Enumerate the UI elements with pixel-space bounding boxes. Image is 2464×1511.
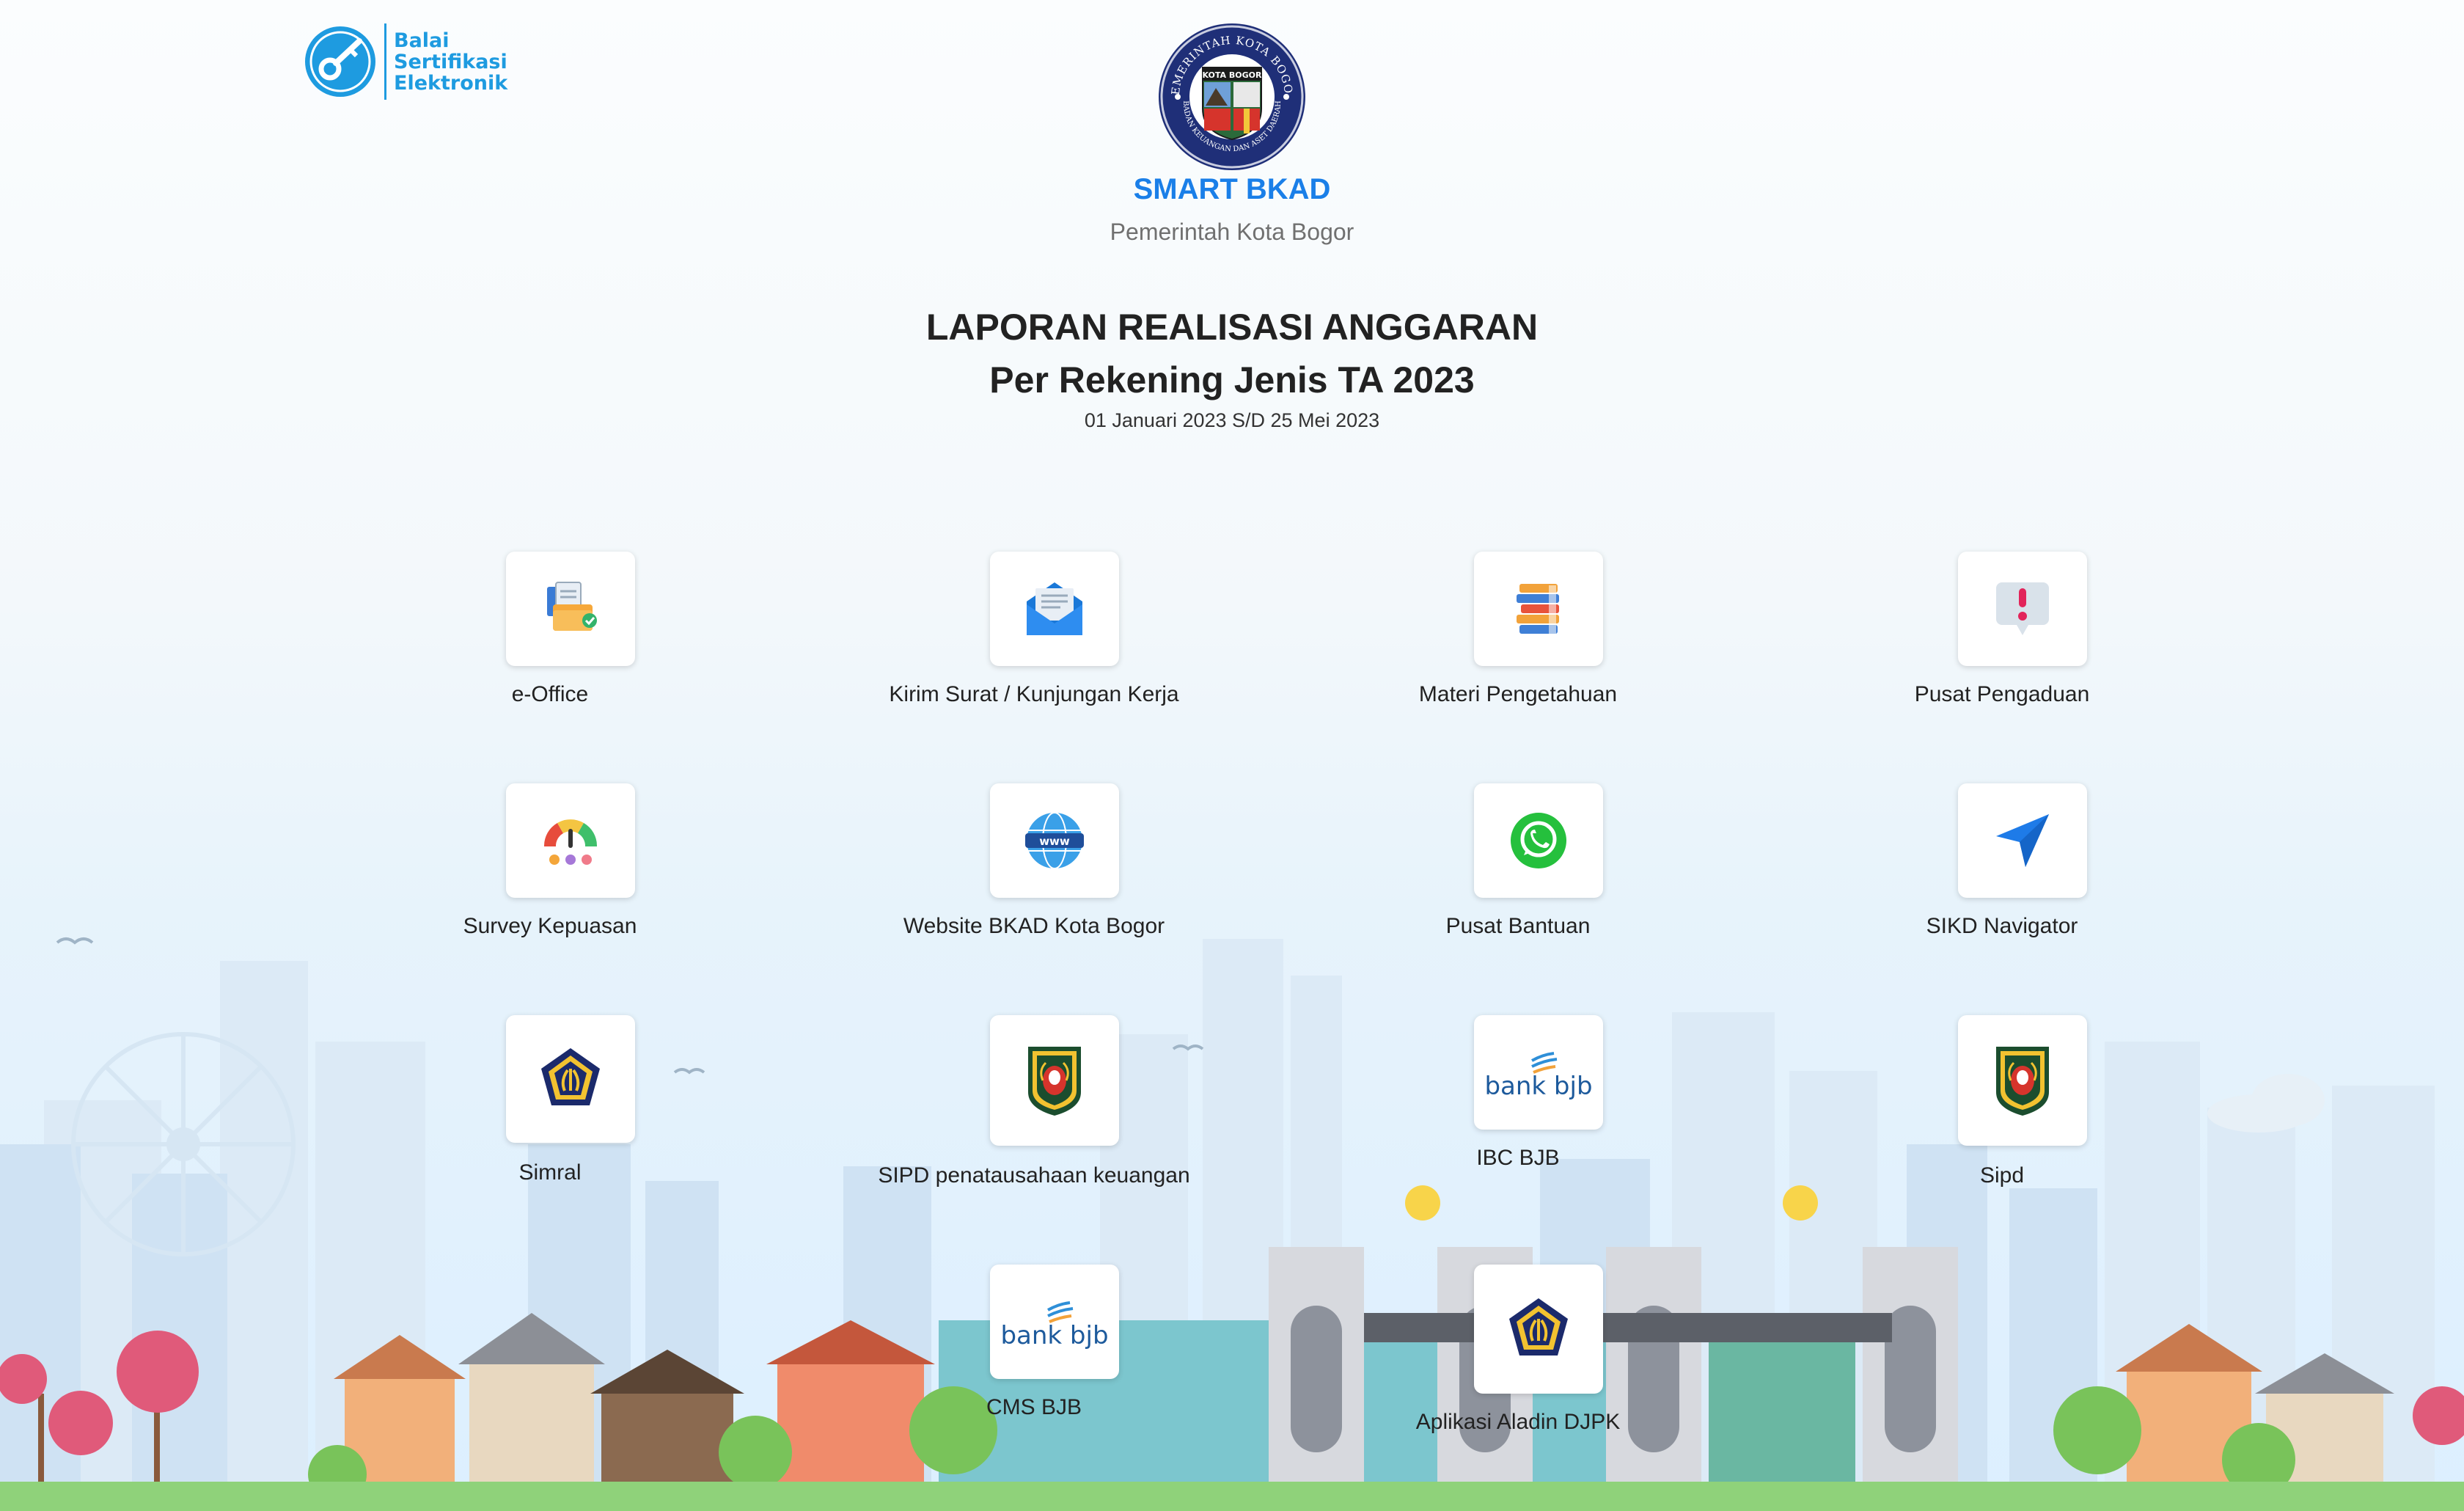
app-tile-website-bkad[interactable]: www Website BKAD Kota Bogor xyxy=(865,783,1203,959)
app-tile-icon-box[interactable]: www xyxy=(990,783,1119,898)
app-tile-ibc-bjb[interactable]: bank bjb IBC BJB xyxy=(1349,1015,1687,1191)
document-folder-icon xyxy=(547,582,597,631)
app-tile-kirim-surat[interactable]: Kirim Surat / Kunjungan Kerja xyxy=(865,552,1203,728)
bank-bjb-logo-icon: bank bjb xyxy=(1000,1301,1109,1350)
app-tile-label: Website BKAD Kota Bogor xyxy=(903,914,1165,938)
kemendagri-logo-icon xyxy=(1996,1047,2049,1116)
kemenkeu-logo-icon xyxy=(541,1048,600,1105)
books-icon xyxy=(1517,584,1559,634)
app-tile-icon-box[interactable] xyxy=(1958,1015,2087,1146)
bse-logo-line: Elektronik xyxy=(394,71,508,95)
app-tile-label: Survey Kepuasan xyxy=(463,914,637,938)
app-tile-label: Kirim Surat / Kunjungan Kerja xyxy=(889,682,1179,706)
app-tile-label: SIPD penatausahaan keuangan xyxy=(878,1163,1190,1188)
bse-logo-line: Balai xyxy=(394,29,450,52)
app-tile-sikd-navigator[interactable]: SIKD Navigator xyxy=(1833,783,2171,959)
app-tile-simral[interactable]: Simral xyxy=(381,1015,719,1191)
app-tile-sipd[interactable]: Sipd xyxy=(1833,1015,2171,1191)
app-tile-label: Aplikasi Aladin DJPK xyxy=(1415,1410,1621,1434)
svg-text:bank bjb: bank bjb xyxy=(1000,1321,1108,1350)
navigation-arrow-icon xyxy=(1996,814,2049,867)
app-tile-label: Materi Pengetahuan xyxy=(1418,682,1618,706)
app-tile-icon-box[interactable] xyxy=(990,1015,1119,1146)
app-tile-icon-box[interactable] xyxy=(506,552,635,666)
app-tile-icon-box[interactable] xyxy=(990,552,1119,666)
bse-logo-line: Sertifikasi xyxy=(394,50,507,73)
kemendagri-logo-icon xyxy=(1028,1047,1081,1116)
gauge-icon xyxy=(543,819,598,865)
app-tile-pusat-bantuan[interactable]: Pusat Bantuan xyxy=(1349,783,1687,959)
app-tile-icon-box[interactable] xyxy=(1958,552,2087,666)
kemenkeu-logo-icon xyxy=(1509,1298,1568,1355)
bse-logo-text: Balai Sertifikasi Elektronik xyxy=(394,30,507,94)
report-title: LAPORAN REALISASI ANGGARAN Per Rekening … xyxy=(0,301,2464,406)
svg-text:www: www xyxy=(1039,835,1070,848)
app-tile-cms-bjb[interactable]: bank bjb CMS BJB xyxy=(865,1265,1203,1441)
brand-subtitle: Pemerintah Kota Bogor xyxy=(1110,219,1354,245)
app-tile-label: Pusat Pengaduan xyxy=(1914,682,2090,706)
app-tile-e-office[interactable]: e-Office xyxy=(381,552,719,728)
app-tile-pusat-pengaduan[interactable]: Pusat Pengaduan xyxy=(1833,552,2171,728)
app-tile-icon-box[interactable] xyxy=(506,1015,635,1143)
report-title-line: LAPORAN REALISASI ANGGARAN xyxy=(925,307,1539,348)
app-tile-survey-kepuasan[interactable]: Survey Kepuasan xyxy=(381,783,719,959)
app-tile-icon-box[interactable] xyxy=(506,783,635,898)
app-tile-materi-pengetahuan[interactable]: Materi Pengetahuan xyxy=(1349,552,1687,728)
app-tile-icon-box[interactable]: bank bjb xyxy=(990,1265,1119,1379)
kota-bogor-seal-icon: PEMERINTAH KOTA BOGOR BADAN KEUANGAN DAN… xyxy=(1157,22,1305,170)
app-tile-icon-box[interactable]: bank bjb xyxy=(1474,1015,1603,1130)
app-tile-label: IBC BJB xyxy=(1476,1146,1560,1170)
key-badge-icon xyxy=(305,26,375,97)
svg-text:bank bjb: bank bjb xyxy=(1484,1072,1592,1101)
envelope-icon xyxy=(1027,582,1082,635)
seal-inner-label: KOTA BOGOR xyxy=(1203,70,1262,80)
bank-bjb-logo-icon: bank bjb xyxy=(1484,1052,1593,1101)
app-tile-icon-box[interactable] xyxy=(1474,783,1603,898)
app-tile-icon-box[interactable] xyxy=(1958,783,2087,898)
brand-title: SMART BKAD xyxy=(1133,173,1331,205)
app-tile-icon-box[interactable] xyxy=(1474,552,1603,666)
app-tile-label: SIKD Navigator xyxy=(1926,914,2078,938)
app-tile-label: Sipd xyxy=(1979,1163,2025,1188)
globe-www-icon: www xyxy=(1025,812,1084,869)
report-period: 01 Januari 2023 S/D 25 Mei 2023 xyxy=(1084,409,1380,431)
app-tile-sipd-penatausahaan[interactable]: SIPD penatausahaan keuangan xyxy=(865,1015,1203,1191)
report-title-line: Per Rekening Jenis TA 2023 xyxy=(989,359,1475,400)
app-tile-label: e-Office xyxy=(511,682,589,706)
app-tile-icon-box[interactable] xyxy=(1474,1265,1603,1394)
exclamation-chat-icon xyxy=(1996,582,2049,635)
app-tile-label: CMS BJB xyxy=(986,1395,1082,1419)
bse-logo: Balai Sertifikasi Elektronik xyxy=(302,21,515,103)
whatsapp-icon xyxy=(1511,813,1566,868)
app-tile-aplikasi-aladin-djpk[interactable]: Aplikasi Aladin DJPK xyxy=(1349,1265,1687,1441)
app-tile-label: Pusat Bantuan xyxy=(1445,914,1591,938)
app-tile-label: Simral xyxy=(518,1160,582,1185)
logo-divider xyxy=(384,23,386,100)
